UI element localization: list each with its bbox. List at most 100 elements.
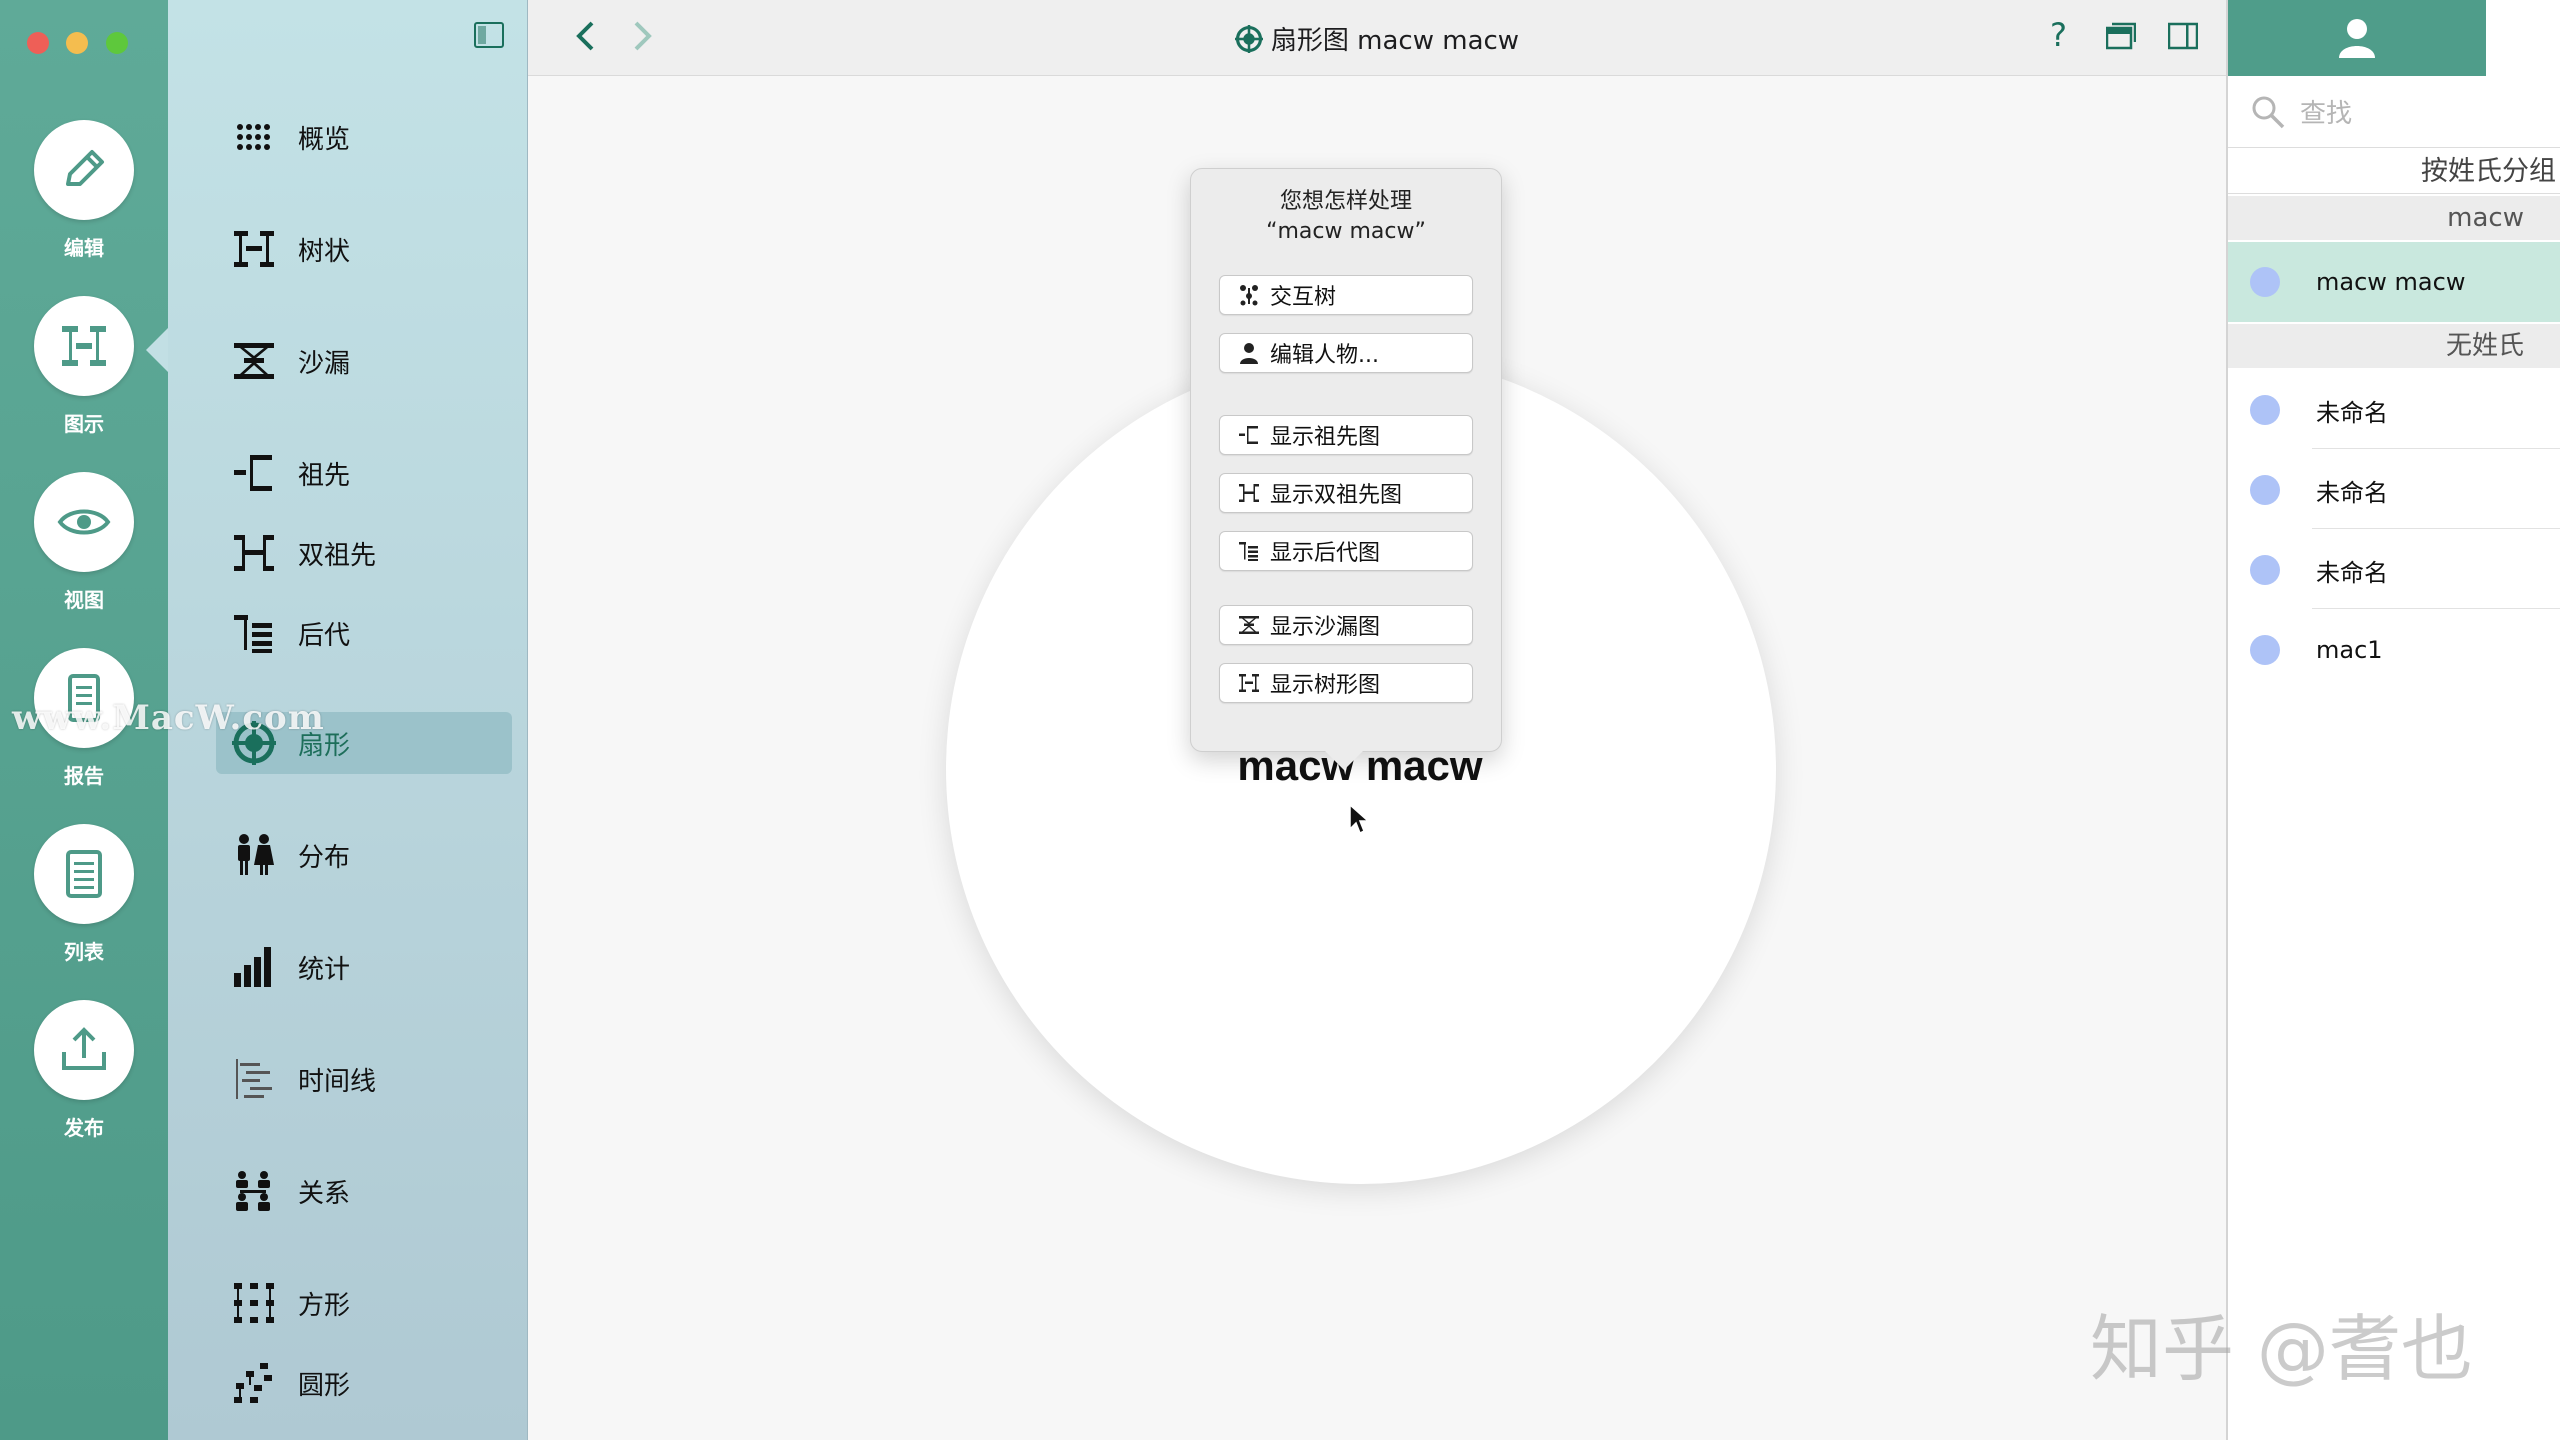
interactive-tree-icon bbox=[1240, 285, 1258, 306]
window-mode-button[interactable] bbox=[2105, 22, 2137, 54]
rail-edit-button[interactable]: 编辑 bbox=[0, 120, 168, 280]
nav-label: 统计 bbox=[298, 954, 351, 985]
group-by-selector[interactable]: 按姓氏分组 bbox=[2228, 150, 2560, 194]
nav-label: 圆形 bbox=[298, 1370, 351, 1401]
popover-question-line1: 您想怎样处理 bbox=[1279, 189, 1412, 214]
people-tab[interactable] bbox=[2228, 0, 2486, 76]
person-dot bbox=[2250, 267, 2280, 297]
nav-item-overview[interactable]: 概览 bbox=[216, 106, 516, 168]
timeline-icon bbox=[236, 1059, 272, 1099]
help-button[interactable]: ? bbox=[2050, 16, 2067, 54]
nav-item-double-ancestors[interactable]: 双祖先 bbox=[216, 522, 516, 584]
statistics-icon bbox=[234, 947, 271, 987]
active-rail-pointer bbox=[146, 328, 168, 372]
nav-item-timeline[interactable]: 时间线 bbox=[216, 1048, 516, 1110]
square-icon bbox=[234, 1283, 274, 1323]
pencil-icon bbox=[66, 150, 104, 186]
nav-label: 沙漏 bbox=[298, 348, 351, 379]
mouse-cursor-icon bbox=[1349, 803, 1370, 835]
search-placeholder: 查找 bbox=[2300, 99, 2353, 129]
rail-view-button[interactable]: 视图 bbox=[0, 472, 168, 632]
watermark-macw: www.MacW.com bbox=[12, 698, 325, 738]
nav-item-square[interactable]: 方形 bbox=[216, 1272, 516, 1334]
edit-person-button[interactable]: 编辑人物... bbox=[1219, 333, 1473, 373]
nav-item-statistics[interactable]: 统计 bbox=[216, 936, 516, 998]
section-header: 无姓氏 bbox=[2228, 324, 2560, 368]
descendant-icon bbox=[1239, 542, 1258, 561]
interactive-tree-button[interactable]: 交互树 bbox=[1219, 275, 1473, 315]
person-name: macw macw bbox=[2316, 268, 2466, 296]
row-divider bbox=[2312, 528, 2560, 529]
nav-label: 概览 bbox=[298, 124, 351, 155]
nav-item-descendants[interactable]: 后代 bbox=[216, 602, 516, 664]
hourglass-icon bbox=[234, 343, 274, 379]
nav-item-relationship[interactable]: 关系 bbox=[216, 1160, 516, 1222]
distribution-icon bbox=[238, 834, 274, 875]
search-icon bbox=[2252, 96, 2285, 128]
person-icon bbox=[2339, 19, 2375, 58]
show-double-ancestors-button[interactable]: 显示双祖先图 bbox=[1219, 473, 1473, 513]
circle-icon bbox=[234, 1363, 272, 1403]
nav-label: 树状 bbox=[298, 236, 351, 267]
popover-button-label: 交互树 bbox=[1270, 285, 1337, 310]
window-title: 扇形图 macw macw bbox=[528, 20, 2226, 57]
eye-icon bbox=[57, 509, 111, 535]
person-row[interactable]: 未命名 bbox=[2228, 370, 2560, 450]
show-hourglass-button[interactable]: 显示沙漏图 bbox=[1219, 605, 1473, 645]
nav-item-circle[interactable]: 圆形 bbox=[216, 1352, 516, 1414]
show-ancestors-button[interactable]: 显示祖先图 bbox=[1219, 415, 1473, 455]
row-divider bbox=[2312, 448, 2560, 449]
nav-label: 方形 bbox=[298, 1290, 351, 1321]
list-icon bbox=[66, 850, 102, 898]
grid-icon bbox=[237, 124, 270, 150]
split-view-icon bbox=[2167, 22, 2199, 50]
chart-tree-icon bbox=[62, 326, 106, 366]
sidebar-right-toggle[interactable] bbox=[2167, 22, 2199, 54]
double-ancestor-icon bbox=[1239, 484, 1259, 502]
sidebar-toggle-icon[interactable] bbox=[474, 22, 504, 48]
popover-arrow bbox=[1324, 750, 1364, 770]
person-name: 未命名 bbox=[2316, 558, 2388, 587]
nav-label: 时间线 bbox=[298, 1066, 377, 1097]
hourglass-icon bbox=[1239, 616, 1259, 634]
nav-label: 双祖先 bbox=[298, 540, 377, 571]
person-row[interactable]: 未命名 bbox=[2228, 530, 2560, 610]
person-dot bbox=[2250, 635, 2280, 665]
nav-item-tree[interactable]: 树状 bbox=[216, 218, 516, 280]
rail-publish-button[interactable]: 发布 bbox=[0, 1000, 168, 1160]
rail-label: 编辑 bbox=[64, 236, 104, 260]
show-descendants-button[interactable]: 显示后代图 bbox=[1219, 531, 1473, 571]
window-title-text: 扇形图 macw macw bbox=[1270, 26, 1520, 56]
descendant-icon bbox=[234, 615, 272, 653]
relationship-icon bbox=[236, 1171, 270, 1211]
minimize-window-button[interactable] bbox=[66, 32, 88, 54]
rail-label: 图示 bbox=[64, 412, 104, 436]
nav-item-hourglass[interactable]: 沙漏 bbox=[216, 330, 516, 392]
zoom-window-button[interactable] bbox=[106, 32, 128, 54]
people-search[interactable]: 查找 bbox=[2228, 76, 2560, 148]
ancestor-icon bbox=[234, 455, 272, 491]
tree-icon bbox=[1239, 674, 1259, 692]
nav-label: 关系 bbox=[298, 1178, 351, 1209]
upload-icon bbox=[62, 1027, 106, 1070]
rail-label: 列表 bbox=[64, 940, 104, 964]
rail-list-button[interactable]: 列表 bbox=[0, 824, 168, 984]
popover-button-label: 显示后代图 bbox=[1270, 541, 1381, 566]
person-row[interactable]: macw macw bbox=[2228, 242, 2560, 322]
popover-button-label: 显示祖先图 bbox=[1270, 425, 1381, 450]
nav-item-distribution[interactable]: 分布 bbox=[216, 824, 516, 886]
person-row[interactable]: 未命名 bbox=[2228, 450, 2560, 530]
show-tree-button[interactable]: 显示树形图 bbox=[1219, 663, 1473, 703]
popover-button-label: 显示树形图 bbox=[1270, 673, 1381, 698]
person-row[interactable]: mac1 bbox=[2228, 610, 2560, 690]
watermark-zhihu: 知乎 @耆也 bbox=[2090, 1307, 2473, 1391]
rail-label: 视图 bbox=[64, 588, 104, 612]
nav-item-ancestors[interactable]: 祖先 bbox=[216, 442, 516, 504]
window-icon bbox=[2105, 22, 2137, 50]
nav-label: 分布 bbox=[298, 842, 351, 873]
rail-charts-button[interactable]: 图示 bbox=[0, 296, 168, 456]
popover-button-label: 显示双祖先图 bbox=[1270, 483, 1403, 508]
person-name: mac1 bbox=[2316, 636, 2383, 664]
close-window-button[interactable] bbox=[27, 32, 49, 54]
tree-icon bbox=[234, 231, 274, 267]
